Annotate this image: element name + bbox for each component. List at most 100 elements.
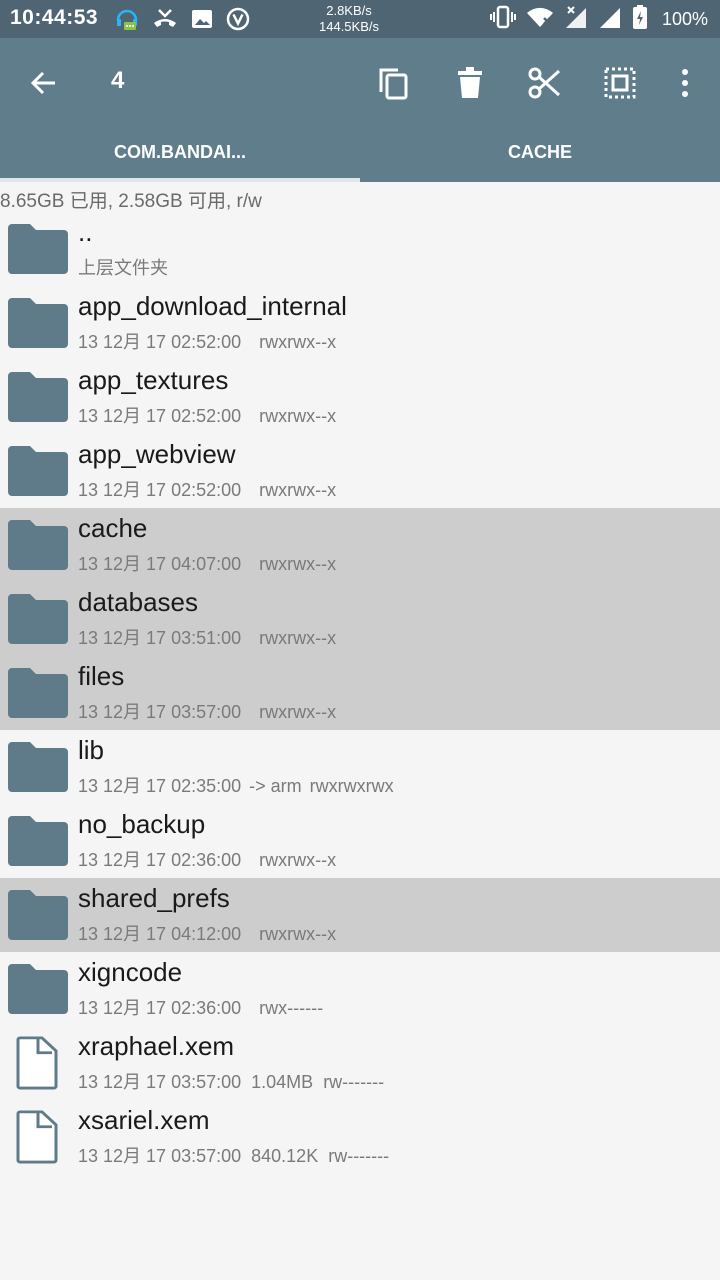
item-perms: rwxrwx--x [259,702,337,722]
item-size: 1.04MB [251,1072,314,1092]
item-meta: 13 12月 17 03:57:00 1.04MB rw------- [78,1068,402,1094]
copy-button[interactable] [370,59,418,107]
item-name: xigncode [78,957,183,987]
item-perms: rwxrwx--x [259,332,337,352]
list-item-folder-selected[interactable]: files 13 12月 17 03:57:00 rwxrwx--x [0,656,720,730]
item-name: files [78,661,125,691]
item-name: xsariel.xem [78,1105,210,1135]
signal-no-sim-icon [564,4,588,35]
item-name: databases [78,587,198,617]
item-date: 13 12月 17 03:57:00 [78,1072,242,1092]
item-date: 13 12月 17 04:12:00 [78,924,242,944]
list-item-folder-selected[interactable]: cache 13 12月 17 04:07:00 rwxrwx--x [0,508,720,582]
folder-icon [8,594,68,644]
tab-com-bandai[interactable]: COM.BANDAI... [0,128,360,182]
item-subtitle: 上层文件夹 [78,258,168,278]
item-perms: rwxrwx--x [259,628,337,648]
more-vert-icon [682,69,688,97]
item-meta: 13 12月 17 02:52:00 rwxrwx--x [78,476,354,502]
folder-icon [8,964,68,1014]
folder-icon [8,668,68,718]
list-item-folder-selected[interactable]: shared_prefs 13 12月 17 04:12:00 rwxrwx--x [0,878,720,952]
list-item-folder[interactable]: app_webview 13 12月 17 02:52:00 rwxrwx--x [0,434,720,508]
item-date: 13 12月 17 04:07:00 [78,554,242,574]
path-tabs: COM.BANDAI... CACHE [0,128,720,182]
more-options-button[interactable] [661,59,709,107]
image-icon [190,7,214,31]
status-bar: 10:44:53 2.8KB/s 144.5KB/s 100% [0,0,720,38]
item-name: no_backup [78,809,206,839]
list-item-file[interactable]: xsariel.xem 13 12月 17 03:57:00 840.12K rw-… [0,1100,720,1174]
list-item-folder[interactable]: lib 13 12月 17 02:35:00 -> arm rwxrwxrwx [0,730,720,804]
item-meta: 13 12月 17 02:52:00 rwxrwx--x [78,402,354,428]
trash-icon [458,67,482,98]
system-icons: 100% [489,4,708,35]
cut-button[interactable] [521,59,569,107]
item-name: app_webview [78,439,236,469]
item-meta: 上层文件夹 [78,254,186,280]
list-item-file[interactable]: xraphael.xem 13 12月 17 03:57:00 1.04MB rw-… [0,1026,720,1100]
list-item-folder[interactable]: xigncode 13 12月 17 02:36:00 rwx------ [0,952,720,1026]
item-meta: 13 12月 17 02:52:00 rwxrwx--x [78,328,354,354]
delete-button[interactable] [446,59,494,107]
folder-icon [8,890,68,940]
item-perms: rwxrwx--x [259,406,337,426]
item-meta: 13 12月 17 04:12:00 rwxrwx--x [78,920,354,946]
signal-icon [598,4,622,35]
wifi-icon [526,4,554,35]
file-icon [16,1036,58,1090]
item-meta: 13 12月 17 03:57:00 840.12K rw------- [78,1142,407,1168]
selection-count: 4 [111,67,125,94]
notification-icons [114,6,250,32]
folder-icon [8,372,68,422]
arrow-back-icon [30,71,55,95]
item-name: cache [78,513,148,543]
select-all-button[interactable] [596,59,644,107]
item-name: app_textures [78,365,229,395]
item-size: 840.12K [251,1146,319,1166]
list-item-folder-selected[interactable]: databases 13 12月 17 03:51:00 rwxrwx--x [0,582,720,656]
folder-icon [8,224,68,274]
network-speed-up: 2.8KB/s [326,3,372,18]
folder-icon [8,446,68,496]
item-name: app_download_internal [78,291,347,321]
missed-call-icon [152,6,178,32]
vibrate-icon [489,4,516,35]
item-date: 13 12月 17 02:35:00 [78,776,242,796]
battery-level: 100% [661,8,708,29]
item-perms: rwxrwx--x [259,850,337,870]
network-speed-down: 144.5KB/s [319,19,379,34]
app-bar: 4 COM.BANDAI... CACHE [0,38,720,182]
item-date: 13 12月 17 02:36:00 [78,850,242,870]
network-speed: 2.8KB/s 144.5KB/s [306,3,392,35]
item-date: 13 12月 17 03:57:00 [78,1146,242,1166]
folder-icon [8,816,68,866]
battery-icon [632,4,648,35]
tab-cache[interactable]: CACHE [360,128,720,182]
headset-chat-icon [114,6,140,32]
item-date: 13 12月 17 02:52:00 [78,332,242,352]
copy-icon [379,68,408,100]
item-name: xraphael.xem [78,1031,235,1061]
folder-icon [8,742,68,792]
item-perms: rwxrwx--x [259,554,337,574]
item-name: lib [78,735,105,765]
item-meta: 13 12月 17 02:36:00 rwxrwx--x [78,846,354,872]
item-perms: rwx------ [259,998,324,1018]
file-icon [16,1110,58,1164]
list-item-parent-folder[interactable]: .. 上层文件夹 [0,212,720,286]
item-meta: 13 12月 17 03:51:00 rwxrwx--x [78,624,354,650]
folder-icon [8,520,68,570]
list-item-folder[interactable]: no_backup 13 12月 17 02:36:00 rwxrwx--x [0,804,720,878]
item-perms: rwxrwx--x [259,480,337,500]
item-meta: 13 12月 17 04:07:00 rwxrwx--x [78,550,354,576]
item-date: 13 12月 17 02:52:00 [78,406,242,426]
status-time: 10:44:53 [10,6,99,29]
item-date: 13 12月 17 03:51:00 [78,628,242,648]
back-button[interactable] [20,59,68,107]
list-item-folder[interactable]: app_textures 13 12月 17 02:52:00 rwxrwx--x [0,360,720,434]
item-name: shared_prefs [78,883,230,913]
storage-info: 8.65GB 已用, 2.58GB 可用, r/w [0,191,262,212]
item-name: .. [78,217,93,247]
list-item-folder[interactable]: app_download_internal 13 12月 17 02:52:00… [0,286,720,360]
